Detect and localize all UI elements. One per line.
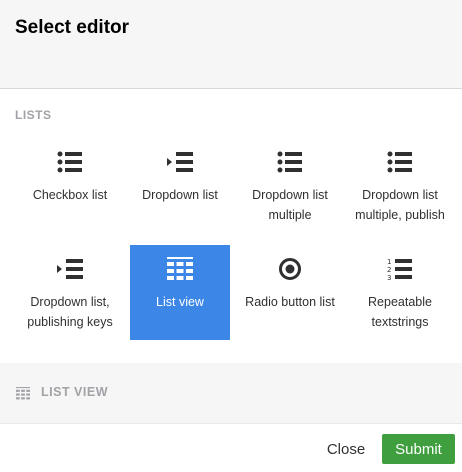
editor-tile-label: Repeatable textstrings [368,295,432,329]
editor-tile-label: Checkbox list [32,188,108,202]
editor-picker: LISTS Checkbox list Dropdown list Dropdo… [0,89,462,363]
dropdown-list-icon [130,150,230,174]
submit-button[interactable]: Submit [382,434,455,464]
svg-text:1: 1 [387,258,391,266]
editor-tile-label: Dropdown list multiple, publish keys [355,188,445,221]
section-label-lists: LISTS [15,108,52,122]
editor-tile-label: Radio button list [245,295,335,309]
editor-tile-checkbox-list[interactable]: Checkbox list [20,138,120,233]
editor-tile-label: Dropdown list multiple [252,188,328,222]
numbered-list-icon: 1 2 3 [350,257,450,281]
list-bullets-icon [240,150,340,174]
dialog-header: Select editor [0,0,462,89]
editor-tile-dropdown-list-publishing-keys[interactable]: Dropdown list, publishing keys [20,245,120,340]
close-button[interactable]: Close [318,434,374,464]
svg-text:3: 3 [387,274,391,281]
list-view-grid-icon [130,257,230,281]
dialog-title: Select editor [15,17,130,38]
editor-tile-label: List view [156,295,204,309]
dialog-footer: Close Submit [0,423,462,472]
list-view-grid-icon [16,387,30,405]
section-label-list-view: LIST VIEW [41,385,108,399]
editor-tile-dropdown-list[interactable]: Dropdown list [130,138,230,233]
editor-tile-dropdown-list-multiple[interactable]: Dropdown list multiple [240,138,340,233]
svg-text:2: 2 [387,266,391,274]
radio-button-icon [240,257,340,281]
editor-tile-list-view[interactable]: List view [130,245,230,340]
editor-tile-label: Dropdown list, publishing keys [27,295,113,329]
list-bullets-icon [20,150,120,174]
editor-tile-dropdown-list-multiple-publish-keys[interactable]: Dropdown list multiple, publish keys [350,138,450,221]
editor-tile-radio-button-list[interactable]: Radio button list [240,245,340,340]
editor-tile-repeatable-textstrings[interactable]: 1 2 3 Repeatable textstrings [350,245,450,340]
list-bullets-icon [350,150,450,174]
subsection-list-view: LIST VIEW [0,363,462,423]
editor-tile-label: Dropdown list [142,188,218,202]
dropdown-list-icon [20,257,120,281]
